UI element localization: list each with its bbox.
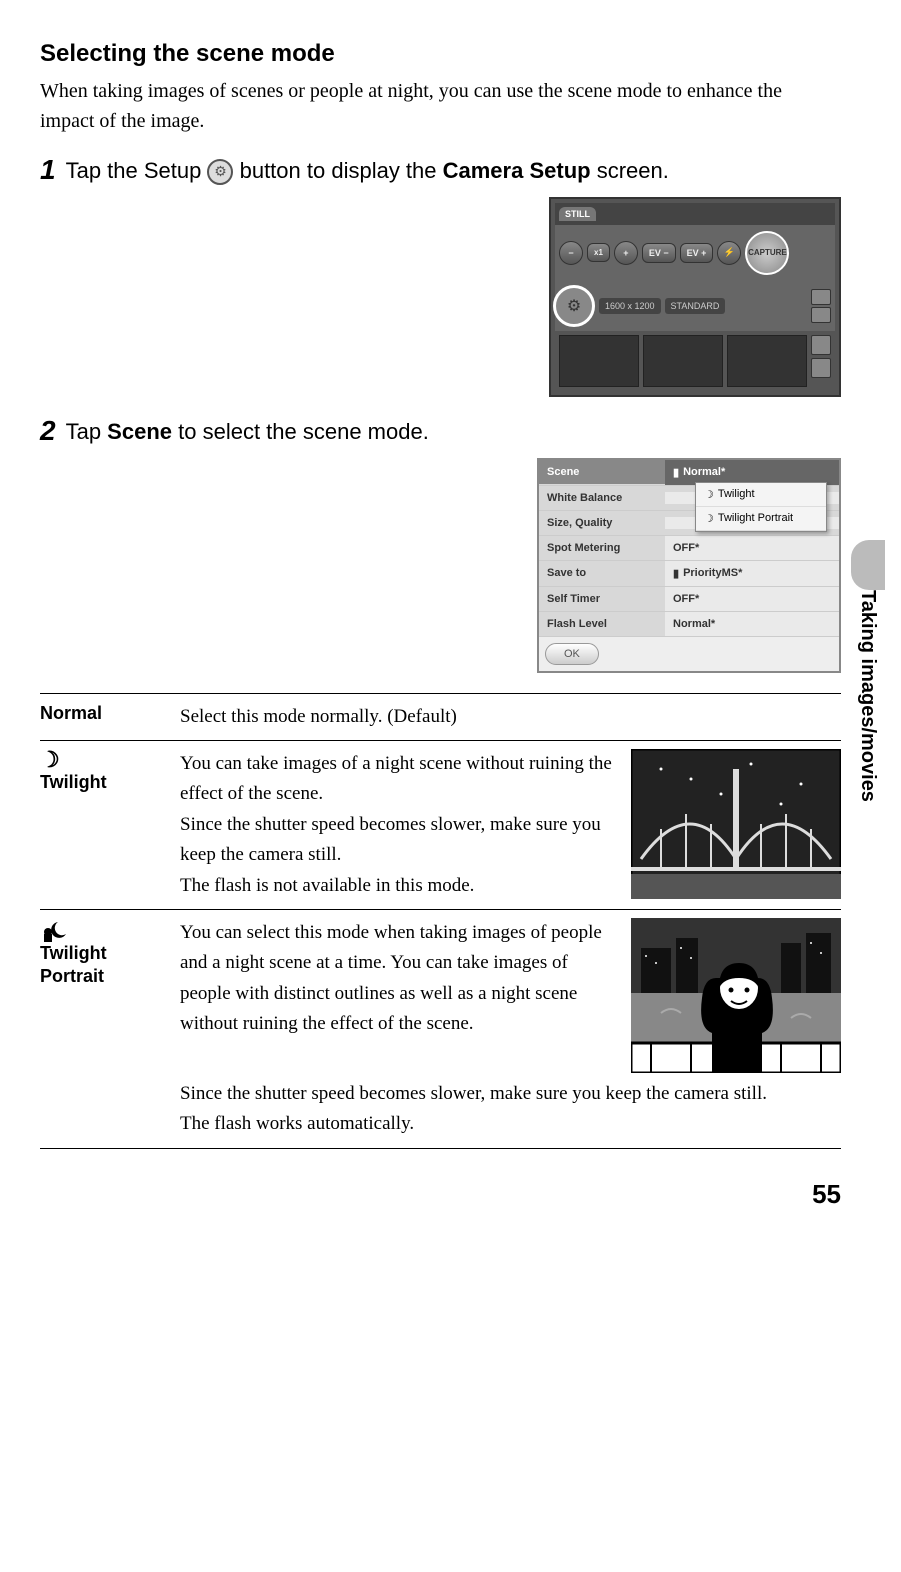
row-label: Size, Quality bbox=[539, 511, 665, 535]
thumb-1 bbox=[559, 335, 639, 387]
dropdown-option-twilight[interactable]: ☽Twilight bbox=[696, 483, 826, 507]
mode-desc-twilight: You can take images of a night scene wit… bbox=[180, 749, 613, 901]
zoom-out-button[interactable]: − bbox=[559, 241, 583, 265]
step1-tail: screen. bbox=[597, 158, 669, 183]
setup-gear-icon bbox=[207, 159, 233, 185]
step-text: Tap the Setup button to display the Came… bbox=[66, 156, 841, 187]
step2-bold: Scene bbox=[107, 419, 172, 444]
bridge-illustration bbox=[631, 749, 841, 901]
mode-table: Normal Select this mode normally. (Defau… bbox=[40, 693, 841, 1149]
ok-button[interactable]: OK bbox=[545, 643, 599, 665]
step-text: Tap Scene to select the scene mode. bbox=[66, 417, 841, 448]
camera-ui: STILL − x1 + EV − EV + ⚡ CAPTURE ⚙ 1600 … bbox=[549, 197, 841, 397]
row-value: Normal* bbox=[665, 612, 839, 636]
row-label: Save to bbox=[539, 561, 665, 585]
scene-dropdown: ☽Twilight ☽Twilight Portrait bbox=[695, 482, 827, 532]
step2-post: to select the scene mode. bbox=[178, 419, 429, 444]
step-number: 2 bbox=[40, 417, 56, 448]
step-1: 1 Tap the Setup button to display the Ca… bbox=[40, 156, 841, 187]
mode-desc-normal: Select this mode normally. (Default) bbox=[180, 702, 841, 732]
dropdown-option-twilight-portrait[interactable]: ☽Twilight Portrait bbox=[696, 507, 826, 531]
gear-icon: ⚙ bbox=[567, 296, 581, 316]
mini-button-1[interactable] bbox=[811, 289, 831, 305]
settings-screenshot: Scene ▮Normal* White Balance Size, Quali… bbox=[40, 458, 841, 673]
mode-desc-twilight-portrait-bottom: Since the shutter speed becomes slower, … bbox=[180, 1079, 841, 1140]
row-self-timer[interactable]: Self Timer OFF* bbox=[539, 587, 839, 612]
zoom-in-button[interactable]: + bbox=[614, 241, 638, 265]
thumb-2 bbox=[643, 335, 723, 387]
row-flash-level[interactable]: Flash Level Normal* bbox=[539, 612, 839, 637]
mode-desc-twilight-portrait-top: You can select this mode when taking ima… bbox=[180, 918, 613, 1073]
step2-pre: Tap bbox=[66, 419, 108, 444]
page-number: 55 bbox=[40, 1179, 841, 1210]
resolution-label: 1600 x 1200 bbox=[599, 298, 661, 314]
row-value: OFF* bbox=[665, 587, 839, 611]
capture-button[interactable]: CAPTURE bbox=[745, 231, 789, 275]
row-label: Scene bbox=[539, 460, 665, 484]
step1-post: button to display the bbox=[240, 158, 443, 183]
mode-row-twilight: ☽ Twilight You can take images of a nigh… bbox=[40, 740, 841, 909]
step1-pre: Tap the Setup bbox=[66, 158, 208, 183]
row-save-to[interactable]: Save to ▮PriorityMS* bbox=[539, 561, 839, 587]
flash-toggle-button[interactable]: ⚡ bbox=[717, 241, 741, 265]
person-moon-icon bbox=[40, 918, 160, 942]
row-spot-metering[interactable]: Spot Metering OFF* bbox=[539, 536, 839, 561]
step-2: 2 Tap Scene to select the scene mode. bbox=[40, 417, 841, 448]
moon-icon: ☽ bbox=[40, 749, 160, 771]
portrait-illustration bbox=[631, 918, 841, 1073]
still-tab[interactable]: STILL bbox=[559, 207, 596, 221]
mode-row-normal: Normal Select this mode normally. (Defau… bbox=[40, 693, 841, 740]
section-tab: Taking images/movies bbox=[856, 590, 879, 802]
row-label: Flash Level bbox=[539, 612, 665, 636]
mode-label-twilight: ☽ Twilight bbox=[40, 749, 160, 901]
right-mini-buttons bbox=[811, 289, 831, 323]
step1-bold: Camera Setup bbox=[443, 158, 591, 183]
mode-label-twilight-portrait: Twilight Portrait bbox=[40, 918, 160, 1140]
row-value: ▮PriorityMS* bbox=[665, 561, 839, 586]
setup-button-highlight[interactable]: ⚙ bbox=[553, 285, 595, 327]
row-label: Self Timer bbox=[539, 587, 665, 611]
step-number: 1 bbox=[40, 156, 56, 187]
ev-plus-button[interactable]: EV + bbox=[680, 243, 714, 263]
quality-label: STANDARD bbox=[665, 298, 726, 314]
row-label: Spot Metering bbox=[539, 536, 665, 560]
mode-label-normal: Normal bbox=[40, 702, 160, 732]
zoom-label: x1 bbox=[587, 243, 610, 262]
thumb-side-2[interactable] bbox=[811, 358, 831, 378]
moon-icon: ☽ bbox=[704, 488, 714, 501]
mini-button-2[interactable] bbox=[811, 307, 831, 323]
page-title: Selecting the scene mode bbox=[40, 40, 841, 68]
thumb-side-1[interactable] bbox=[811, 335, 831, 355]
camera-screenshot: STILL − x1 + EV − EV + ⚡ CAPTURE ⚙ 1600 … bbox=[40, 197, 841, 397]
side-tab-blob bbox=[851, 540, 885, 590]
thumb-3 bbox=[727, 335, 807, 387]
row-label: White Balance bbox=[539, 486, 665, 510]
ev-minus-button[interactable]: EV − bbox=[642, 243, 676, 263]
intro-text: When taking images of scenes or people a… bbox=[40, 76, 841, 136]
mode-row-twilight-portrait: Twilight Portrait You can select this mo… bbox=[40, 909, 841, 1149]
person-moon-icon: ☽ bbox=[704, 512, 714, 525]
row-value: OFF* bbox=[665, 536, 839, 560]
